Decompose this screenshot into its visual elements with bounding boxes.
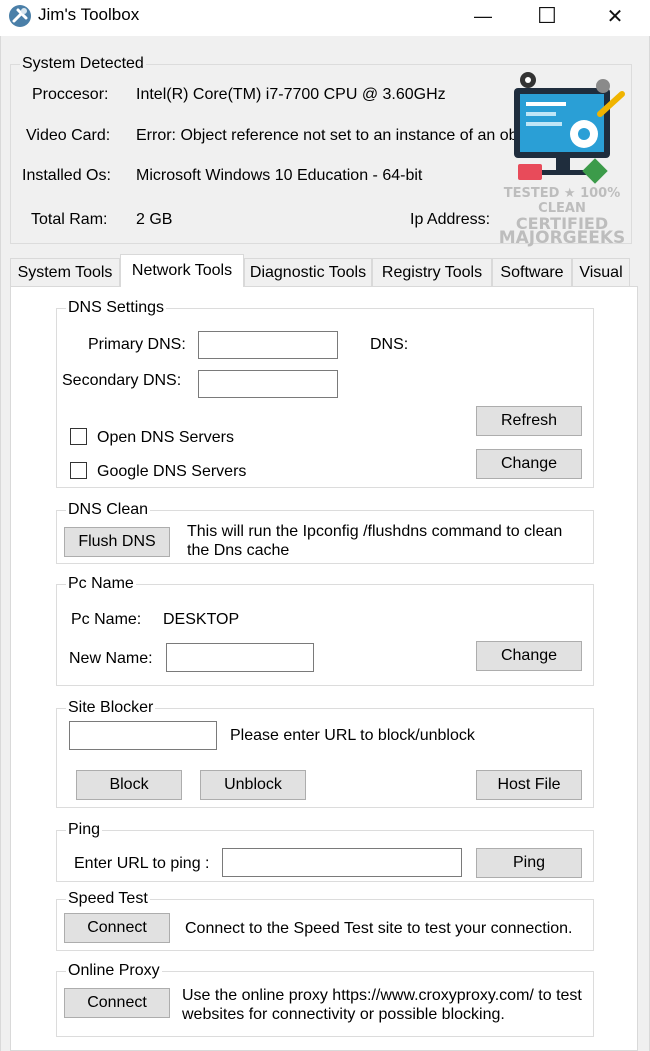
block-button[interactable]: Block xyxy=(76,770,182,800)
open-dns-checkbox[interactable] xyxy=(70,428,87,445)
ip-address-label: Ip Address: xyxy=(410,211,491,228)
flush-dns-button[interactable]: Flush DNS xyxy=(64,527,170,557)
unblock-button[interactable]: Unblock xyxy=(200,770,306,800)
close-icon: ✕ xyxy=(606,5,624,28)
majorgeeks-certified-watermark: TESTED ★ 100% CLEAN CERTIFIED MAJORGEEKS xyxy=(492,186,632,258)
minimize-button[interactable]: — xyxy=(452,0,514,32)
new-name-input[interactable] xyxy=(166,643,314,672)
tab-network-tools[interactable]: Network Tools xyxy=(120,254,244,287)
installed-os-value: Microsoft Windows 10 Education - 64-bit xyxy=(136,167,423,184)
google-dns-label[interactable]: Google DNS Servers xyxy=(97,463,246,481)
host-file-button[interactable]: Host File xyxy=(476,770,582,800)
tab-visual[interactable]: Visual xyxy=(572,258,630,286)
secondary-dns-input[interactable] xyxy=(198,370,338,398)
processor-value: Intel(R) Core(TM) i7-7700 CPU @ 3.60GHz xyxy=(136,86,446,103)
installed-os-label: Installed Os: xyxy=(22,167,111,184)
primary-dns-label: Primary DNS: xyxy=(88,336,186,353)
window-title: Jim's Toolbox xyxy=(38,5,140,24)
site-blocker-title: Site Blocker xyxy=(66,699,156,717)
maximize-icon: ☐ xyxy=(537,3,557,28)
primary-dns-input[interactable] xyxy=(198,331,338,359)
tab-software[interactable]: Software xyxy=(492,258,572,286)
watermark-line-3: MAJORGEEKS xyxy=(498,228,626,248)
flush-dns-description: This will run the Ipconfig /flushdns com… xyxy=(187,523,563,559)
secondary-dns-label: Secondary DNS: xyxy=(62,372,182,389)
online-proxy-connect-button[interactable]: Connect xyxy=(64,988,170,1018)
online-proxy-title: Online Proxy xyxy=(66,962,162,980)
tab-system-tools[interactable]: System Tools xyxy=(10,258,120,286)
ping-url-label: Enter URL to ping : xyxy=(74,855,210,872)
online-proxy-description: Use the online proxy https://www.croxypr… xyxy=(182,987,582,1023)
change-pc-name-button[interactable]: Change xyxy=(476,641,582,671)
tab-registry-tools[interactable]: Registry Tools xyxy=(372,258,492,286)
total-ram-label: Total Ram: xyxy=(31,211,108,228)
video-card-label: Video Card: xyxy=(26,127,111,144)
ping-title: Ping xyxy=(66,821,103,839)
open-dns-label[interactable]: Open DNS Servers xyxy=(97,429,234,447)
tab-diagnostic-tools[interactable]: Diagnostic Tools xyxy=(244,258,372,286)
block-url-input[interactable] xyxy=(69,721,217,750)
speed-test-description: Connect to the Speed Test site to test y… xyxy=(185,920,573,937)
block-url-hint: Please enter URL to block/unblock xyxy=(230,727,475,744)
refresh-dns-button[interactable]: Refresh xyxy=(476,406,582,436)
video-card-value: Error: Object reference not set to an in… xyxy=(136,127,547,144)
close-button[interactable]: ✕ xyxy=(584,0,646,32)
ping-url-input[interactable] xyxy=(222,848,462,877)
dns-clean-title: DNS Clean xyxy=(66,501,151,519)
computer-settings-icon xyxy=(514,72,625,184)
pc-name-value: DESKTOP xyxy=(163,611,240,628)
total-ram-value: 2 GB xyxy=(136,211,173,228)
dns-settings-title: DNS Settings xyxy=(66,299,167,317)
change-dns-button[interactable]: Change xyxy=(476,449,582,479)
system-detected-title: System Detected xyxy=(20,55,146,73)
watermark-line-1: TESTED ★ 100% CLEAN xyxy=(503,186,621,216)
maximize-button[interactable]: ☐ xyxy=(516,0,578,32)
speed-test-title: Speed Test xyxy=(66,890,150,908)
speed-test-connect-button[interactable]: Connect xyxy=(64,913,170,943)
processor-label: Proccesor: xyxy=(32,86,109,103)
minimize-icon: — xyxy=(474,5,492,26)
ping-button[interactable]: Ping xyxy=(476,848,582,878)
new-name-label: New Name: xyxy=(69,650,153,667)
dns-label: DNS: xyxy=(370,336,409,353)
pc-name-title: Pc Name xyxy=(66,575,136,593)
pc-name-label: Pc Name: xyxy=(71,611,142,628)
toolbox-app-icon xyxy=(9,5,31,27)
title-bar: Jim's Toolbox — ☐ ✕ xyxy=(0,0,650,34)
google-dns-checkbox[interactable] xyxy=(70,462,87,479)
